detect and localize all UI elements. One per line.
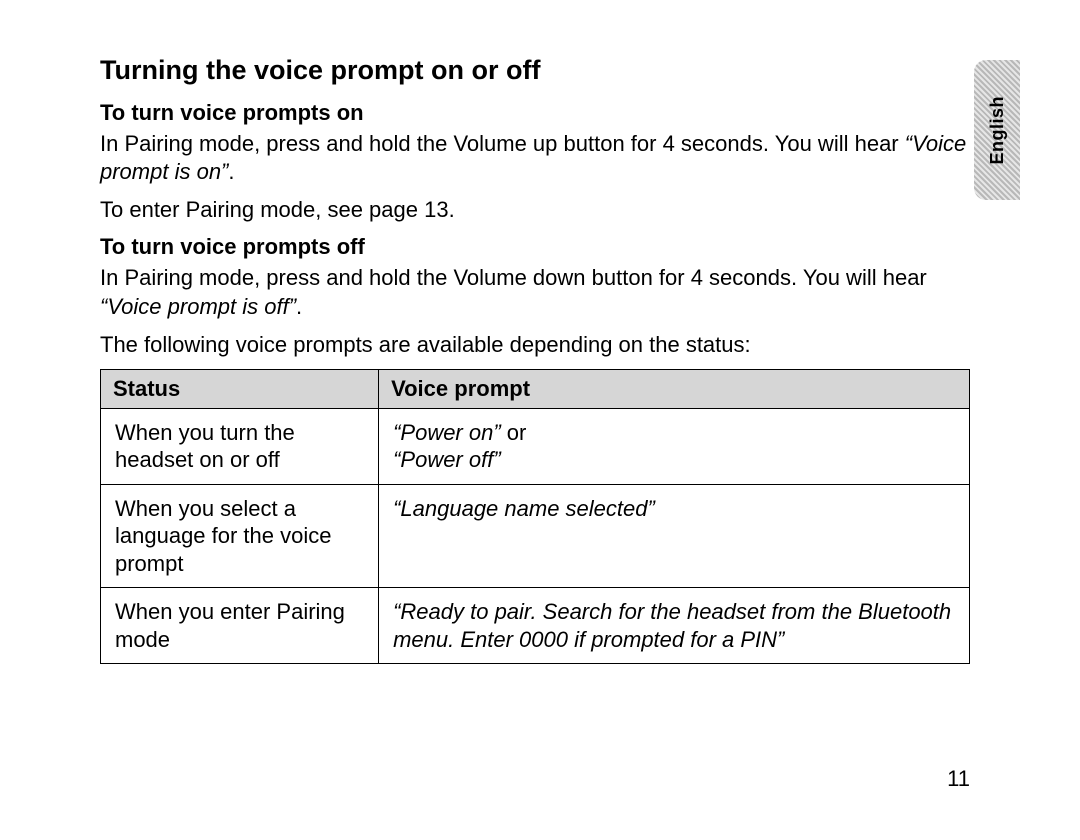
prompt-quote: “Power on” [393,420,501,445]
prompt-quote: “Power off” [393,447,501,472]
table-header-row: Status Voice prompt [101,369,970,408]
subheading-off: To turn voice prompts off [100,234,970,260]
cell-prompt: “Ready to pair. Search for the headset f… [379,588,970,664]
quote-text: “Voice prompt is off” [100,294,296,319]
cell-status: When you enter Pairing mode [101,588,379,664]
page-number: 11 [947,766,970,792]
col-header-prompt: Voice prompt [379,369,970,408]
off-paragraph-2: The following voice prompts are availabl… [100,331,970,359]
page-title: Turning the voice prompt on or off [100,55,970,86]
cell-status: When you select a language for the voice… [101,484,379,588]
prompt-quote: “Ready to pair. Search for the headset f… [393,599,951,652]
off-paragraph-1: In Pairing mode, press and hold the Volu… [100,264,970,320]
cell-status: When you turn the headset on or off [101,408,379,484]
text: In Pairing mode, press and hold the Volu… [100,131,905,156]
prompt-text: or [501,420,527,445]
text: In Pairing mode, press and hold the Volu… [100,265,927,290]
col-header-status: Status [101,369,379,408]
table-row: When you turn the headset on or off “Pow… [101,408,970,484]
prompt-quote: “Language name selected” [393,496,655,521]
on-paragraph-1: In Pairing mode, press and hold the Volu… [100,130,970,186]
manual-page: English Turning the voice prompt on or o… [0,0,1080,840]
language-tab: English [974,60,1020,200]
text: . [228,159,234,184]
on-paragraph-2: To enter Pairing mode, see page 13. [100,196,970,224]
table-row: When you select a language for the voice… [101,484,970,588]
language-tab-label: English [987,96,1008,165]
text: . [296,294,302,319]
cell-prompt: “Power on” or “Power off” [379,408,970,484]
subheading-on: To turn voice prompts on [100,100,970,126]
table-row: When you enter Pairing mode “Ready to pa… [101,588,970,664]
voice-prompt-table: Status Voice prompt When you turn the he… [100,369,970,665]
cell-prompt: “Language name selected” [379,484,970,588]
